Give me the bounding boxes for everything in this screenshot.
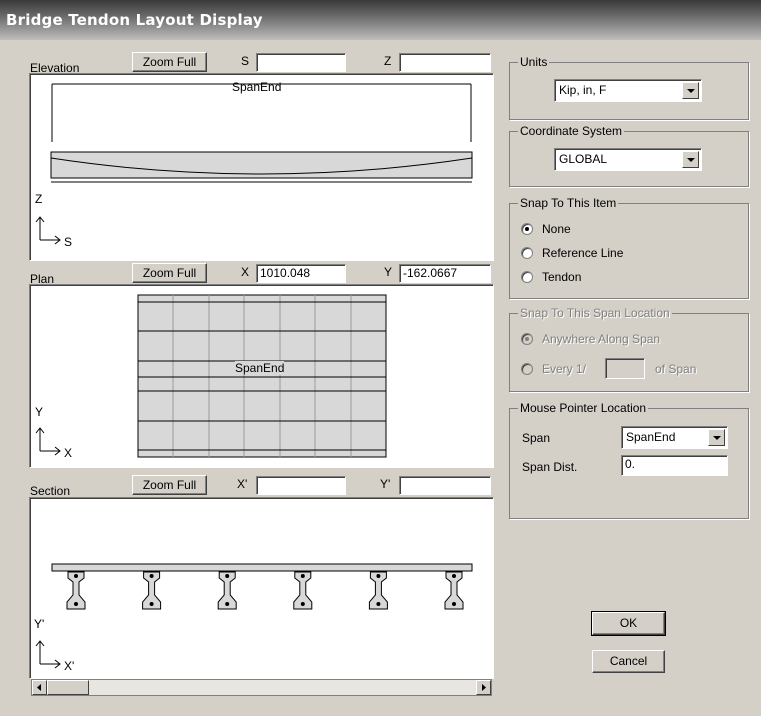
arrow-right-icon [482, 684, 486, 691]
scroll-thumb[interactable] [47, 680, 89, 695]
chevron-down-icon[interactable] [682, 151, 699, 168]
elevation-s-label: S [241, 54, 250, 68]
mouse-dist-field[interactable]: 0. [621, 455, 728, 476]
section-label: Section [30, 484, 71, 498]
arrow-left-icon [37, 684, 41, 691]
elevation-z-label: Z [384, 54, 392, 68]
girder-section [217, 571, 237, 610]
plan-span-end-label: SpanEnd [235, 361, 285, 375]
snap-every-label[interactable]: Every 1/ [542, 362, 586, 376]
tendon-point [376, 574, 381, 578]
snap-every-field[interactable] [605, 358, 645, 379]
section-canvas[interactable]: Y' X' [29, 497, 494, 679]
title-bar[interactable]: Bridge Tendon Layout Display [0, 0, 761, 40]
section-x-field[interactable] [256, 476, 346, 495]
section-zoom-full-button[interactable]: Zoom Full [132, 475, 207, 495]
elevation-drawing [35, 83, 473, 245]
plan-y-field[interactable]: -162.0667 [399, 264, 491, 283]
tendon-point [225, 602, 230, 606]
snap-tendon-radio[interactable] [521, 271, 533, 283]
section-drawing [35, 563, 473, 669]
mouse-span-dropdown[interactable]: SpanEnd [621, 426, 728, 449]
units-dropdown[interactable]: Kip, in, F [554, 79, 702, 102]
snap-of-span-label: of Span [655, 362, 697, 376]
tendon-point [376, 602, 381, 606]
section-axis-y-label: Y' [34, 617, 45, 631]
girder-section [142, 571, 162, 610]
coordinate-system-value: GLOBAL [559, 152, 608, 166]
girder-section [368, 571, 388, 610]
girder-section [66, 571, 86, 610]
chevron-down-icon[interactable] [708, 429, 725, 446]
section-axis-x-label: X' [64, 659, 75, 673]
snap-reference-line-label[interactable]: Reference Line [542, 246, 623, 260]
tendon-point [74, 602, 78, 606]
snap-anywhere-radio[interactable] [521, 333, 533, 345]
plan-x-field[interactable]: 1010.048 [256, 264, 346, 283]
units-group: Units Kip, in, F [509, 55, 749, 120]
elevation-span-end-label: SpanEnd [232, 80, 282, 94]
elevation-z-field[interactable] [399, 53, 491, 72]
tendon-point [74, 574, 78, 578]
section-x-label: X' [237, 477, 248, 491]
elevation-zoom-full-button[interactable]: Zoom Full [132, 52, 207, 72]
mouse-span-value: SpanEnd [626, 430, 676, 444]
scroll-left-button[interactable] [32, 680, 47, 695]
horizontal-scrollbar[interactable] [31, 679, 492, 696]
units-value: Kip, in, F [559, 83, 607, 97]
snap-none-radio[interactable] [521, 223, 533, 235]
plan-canvas[interactable]: SpanEnd Y X [29, 284, 494, 468]
mouse-pointer-title: Mouse Pointer Location [518, 401, 649, 415]
units-title: Units [518, 55, 550, 69]
plan-zoom-full-button[interactable]: Zoom Full [132, 263, 207, 283]
tendon-point [225, 574, 230, 578]
plan-axis-x-label: X [64, 446, 73, 460]
window-title: Bridge Tendon Layout Display [6, 11, 263, 29]
snap-reference-line-radio[interactable] [521, 247, 533, 259]
coordinate-system-dropdown[interactable]: GLOBAL [554, 148, 702, 171]
elevation-canvas[interactable]: SpanEnd Z S [29, 73, 494, 261]
plan-axis-y-label: Y [35, 405, 44, 419]
plan-x-label: X [241, 265, 250, 279]
mouse-pointer-group: Mouse Pointer Location Span SpanEnd Span… [509, 401, 749, 519]
section-y-field[interactable] [399, 476, 491, 495]
snap-span-group: Snap To This Span Location Anywhere Alon… [509, 306, 749, 392]
deck-plan [137, 294, 387, 458]
snap-every-radio[interactable] [521, 363, 533, 375]
mouse-span-label: Span [522, 431, 551, 445]
snap-none-label[interactable]: None [542, 222, 571, 236]
section-y-label: Y' [380, 477, 391, 491]
tendon-point [452, 602, 456, 606]
girder-section [444, 571, 464, 610]
tendon-point [452, 574, 456, 578]
plan-drawing [35, 294, 387, 458]
scroll-right-button[interactable] [476, 680, 491, 695]
tendon-point [300, 574, 305, 578]
snap-anywhere-label[interactable]: Anywhere Along Span [542, 332, 660, 346]
snap-tendon-label[interactable]: Tendon [542, 270, 581, 284]
plan-y-label: Y [384, 265, 393, 279]
girder-section [293, 571, 313, 610]
coordinate-system-title: Coordinate System [518, 124, 625, 138]
snap-item-title: Snap To This Item [518, 196, 619, 210]
tendon-point [149, 574, 154, 578]
elevation-axis-z-label: Z [35, 192, 43, 206]
snap-span-title: Snap To This Span Location [518, 306, 672, 320]
elevation-axis-s-label: S [64, 235, 73, 249]
coordinate-system-group: Coordinate System GLOBAL [509, 124, 749, 187]
tendon-point [149, 602, 154, 606]
deck-slab [51, 563, 473, 572]
elevation-s-field[interactable] [256, 53, 346, 72]
cancel-button[interactable]: Cancel [592, 650, 665, 673]
mouse-dist-label: Span Dist. [522, 460, 578, 474]
snap-item-group: Snap To This Item None Reference Line Te… [509, 196, 749, 299]
ok-button[interactable]: OK [592, 612, 665, 635]
tendon-point [300, 602, 305, 606]
chevron-down-icon[interactable] [682, 82, 699, 99]
